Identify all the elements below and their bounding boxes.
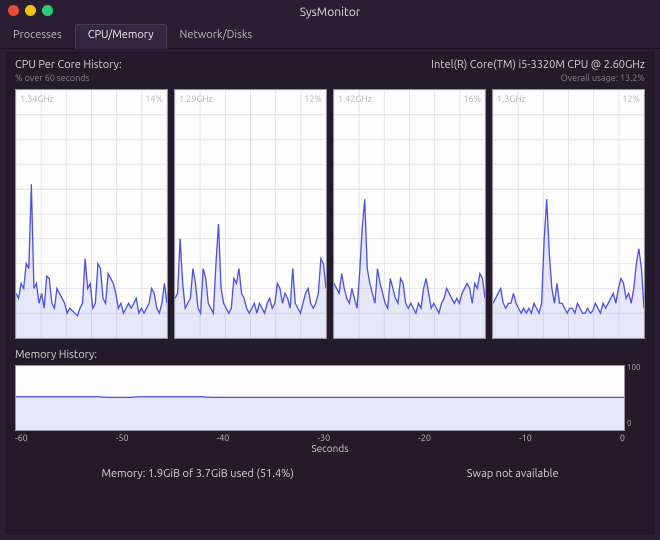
swap-summary: Swap not available bbox=[467, 468, 559, 480]
xtick: -20 bbox=[418, 433, 431, 443]
core1-svg bbox=[175, 90, 326, 338]
memory-summary: Memory: 1.9GiB of 3.7GiB used (51.4%) bbox=[101, 468, 293, 480]
minimize-icon[interactable] bbox=[25, 5, 36, 16]
maximize-icon[interactable] bbox=[42, 5, 53, 16]
footer: Memory: 1.9GiB of 3.7GiB used (51.4%) Sw… bbox=[15, 468, 645, 480]
content: CPU Per Core History: Intel(R) Core(TM) … bbox=[6, 52, 654, 534]
xtick: -60 bbox=[15, 433, 28, 443]
xtick: 0 bbox=[620, 433, 625, 443]
xtick: -10 bbox=[519, 433, 532, 443]
memory-heading: Memory History: bbox=[15, 349, 645, 361]
memory-svg bbox=[16, 366, 624, 430]
x-axis-ticks: -60 -50 -40 -30 -20 -10 0 bbox=[15, 433, 625, 443]
mem-y-top: 100 bbox=[627, 363, 645, 372]
cpu-model: Intel(R) Core(TM) i5-3320M CPU @ 2.60GHz bbox=[431, 59, 645, 71]
core0-svg bbox=[16, 90, 167, 338]
window: SysMonitor Processes CPU/Memory Network/… bbox=[0, 0, 660, 540]
core0-freq: 1.34GHz bbox=[20, 94, 54, 104]
memory-area: 100 0 -60 -50 -40 -30 -20 -10 0 Seconds bbox=[15, 365, 645, 454]
tab-processes[interactable]: Processes bbox=[0, 24, 75, 49]
xtick: -50 bbox=[116, 433, 129, 443]
core3-svg bbox=[493, 90, 644, 338]
mem-y-bot: 0 bbox=[627, 419, 645, 428]
core3-freq: 1.3GHz bbox=[497, 94, 526, 104]
cpu-charts: 1.34GHz 14% 1.29GHz 12% 1.42GHz 16% 1.3G… bbox=[15, 89, 645, 339]
memory-chart bbox=[15, 365, 625, 431]
core2-pct: 16% bbox=[463, 94, 481, 104]
cpu-core-3-chart: 1.3GHz 12% bbox=[492, 89, 645, 339]
cpu-core-0-chart: 1.34GHz 14% bbox=[15, 89, 168, 339]
close-icon[interactable] bbox=[8, 5, 19, 16]
core0-pct: 14% bbox=[145, 94, 163, 104]
app-title: SysMonitor bbox=[0, 6, 660, 19]
xtick: -40 bbox=[217, 433, 230, 443]
core1-pct: 12% bbox=[304, 94, 322, 104]
cpu-heading: CPU Per Core History: bbox=[15, 59, 122, 71]
titlebar: SysMonitor bbox=[0, 0, 660, 24]
cpu-sublabel: % over 60 seconds bbox=[15, 73, 90, 83]
x-axis-label: Seconds bbox=[15, 443, 645, 454]
cpu-core-1-chart: 1.29GHz 12% bbox=[174, 89, 327, 339]
cpu-overall: Overall usage: 13.2% bbox=[561, 73, 645, 83]
tab-network-disks[interactable]: Network/Disks bbox=[167, 24, 266, 49]
core2-svg bbox=[334, 90, 485, 338]
core2-freq: 1.42GHz bbox=[338, 94, 372, 104]
tab-bar: Processes CPU/Memory Network/Disks bbox=[0, 24, 660, 49]
tab-cpu-memory[interactable]: CPU/Memory bbox=[75, 24, 167, 49]
core3-pct: 12% bbox=[622, 94, 640, 104]
core1-freq: 1.29GHz bbox=[179, 94, 213, 104]
cpu-core-2-chart: 1.42GHz 16% bbox=[333, 89, 486, 339]
xtick: -30 bbox=[317, 433, 330, 443]
window-controls bbox=[8, 5, 53, 16]
